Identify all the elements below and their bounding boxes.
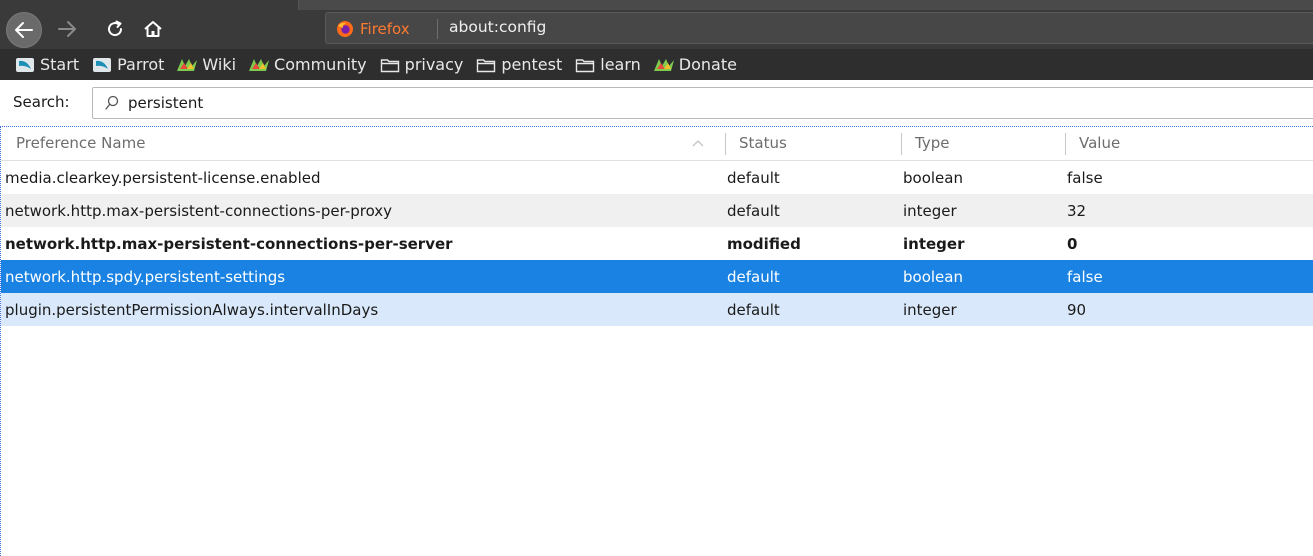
table-row[interactable]: network.http.max-persistent-connections-… bbox=[1, 194, 1313, 227]
preference-value: 90 bbox=[1067, 301, 1087, 319]
column-separator[interactable] bbox=[901, 133, 902, 155]
url-bar[interactable]: Firefox about:config bbox=[325, 12, 1313, 44]
preference-status: default bbox=[727, 268, 780, 286]
search-icon bbox=[105, 95, 119, 110]
preference-name: network.http.max-persistent-connections-… bbox=[5, 202, 393, 220]
preference-value: false bbox=[1067, 169, 1103, 187]
preference-name: media.clearkey.persistent-license.enable… bbox=[5, 169, 321, 187]
url-separator bbox=[437, 19, 438, 39]
preference-type: integer bbox=[903, 235, 965, 253]
preference-type: boolean bbox=[903, 268, 963, 286]
bookmark-wiki[interactable]: Wiki bbox=[176, 55, 236, 74]
preference-type: integer bbox=[903, 301, 957, 319]
bookmark-folder-pentest[interactable]: pentest bbox=[475, 55, 562, 74]
preference-status: default bbox=[727, 301, 780, 319]
column-header-value[interactable]: Value bbox=[1079, 134, 1120, 152]
preferences-table: Preference Name Status Type Value media.… bbox=[0, 126, 1313, 556]
table-row-hovered[interactable]: plugin.persistentPermissionAlways.interv… bbox=[1, 293, 1313, 326]
preference-status: default bbox=[727, 202, 780, 220]
folder-icon bbox=[475, 56, 497, 74]
tab-strip bbox=[298, 0, 1313, 10]
arrow-left-icon bbox=[15, 22, 33, 38]
bookmark-folder-learn[interactable]: learn bbox=[574, 55, 641, 74]
bookmark-community[interactable]: Community bbox=[248, 55, 367, 74]
search-label: Search: bbox=[13, 93, 70, 111]
parrot-logo-icon bbox=[176, 56, 198, 74]
preference-status: default bbox=[727, 169, 780, 187]
chevron-up-icon bbox=[692, 140, 704, 147]
parrot-logo-icon bbox=[653, 56, 675, 74]
preference-type: boolean bbox=[903, 169, 963, 187]
forward-button[interactable] bbox=[52, 16, 82, 42]
column-header-preference-name[interactable]: Preference Name bbox=[16, 134, 145, 152]
table-row[interactable]: media.clearkey.persistent-license.enable… bbox=[1, 161, 1313, 194]
column-separator[interactable] bbox=[1065, 133, 1066, 155]
bookmark-parrot[interactable]: Parrot bbox=[91, 55, 164, 74]
site-identity-box[interactable]: Firefox bbox=[336, 19, 410, 39]
table-row-selected[interactable]: network.http.spdy.persistent-settings de… bbox=[1, 260, 1313, 293]
bookmark-donate[interactable]: Donate bbox=[653, 55, 737, 74]
preference-name: network.http.max-persistent-connections-… bbox=[5, 235, 453, 253]
search-row: Search: persistent bbox=[0, 80, 1313, 126]
arrow-right-icon bbox=[58, 21, 76, 37]
parrot-icon bbox=[14, 56, 36, 74]
firefox-logo-icon bbox=[337, 21, 353, 37]
preference-value: false bbox=[1067, 268, 1103, 286]
back-button[interactable] bbox=[6, 12, 42, 48]
folder-icon bbox=[574, 56, 596, 74]
column-header-status[interactable]: Status bbox=[739, 134, 787, 152]
preference-type: integer bbox=[903, 202, 957, 220]
home-icon bbox=[144, 21, 162, 37]
preference-name: plugin.persistentPermissionAlways.interv… bbox=[5, 301, 379, 319]
folder-icon bbox=[379, 56, 401, 74]
table-header: Preference Name Status Type Value bbox=[1, 127, 1313, 161]
bookmark-start[interactable]: Start bbox=[14, 55, 79, 74]
bookmark-folder-privacy[interactable]: privacy bbox=[379, 55, 463, 74]
bookmarks-toolbar: Start Parrot Wiki Community privacy pent… bbox=[0, 49, 1313, 80]
parrot-logo-icon bbox=[248, 56, 270, 74]
search-input[interactable]: persistent bbox=[92, 87, 1313, 119]
table-row[interactable]: network.http.max-persistent-connections-… bbox=[1, 227, 1313, 260]
reload-icon bbox=[108, 20, 123, 37]
parrot-icon bbox=[91, 56, 113, 74]
preference-status: modified bbox=[727, 235, 801, 253]
preference-name: network.http.spdy.persistent-settings bbox=[5, 268, 286, 286]
home-button[interactable] bbox=[140, 16, 166, 42]
preference-value: 32 bbox=[1067, 202, 1087, 220]
column-separator[interactable] bbox=[725, 133, 726, 155]
identity-label: Firefox bbox=[360, 20, 410, 38]
search-value: persistent bbox=[128, 94, 204, 112]
column-header-type[interactable]: Type bbox=[915, 134, 949, 152]
navigation-toolbar: Firefox about:config bbox=[0, 0, 1313, 49]
preference-value: 0 bbox=[1067, 235, 1078, 253]
url-text[interactable]: about:config bbox=[449, 18, 546, 36]
reload-button[interactable] bbox=[102, 16, 128, 42]
